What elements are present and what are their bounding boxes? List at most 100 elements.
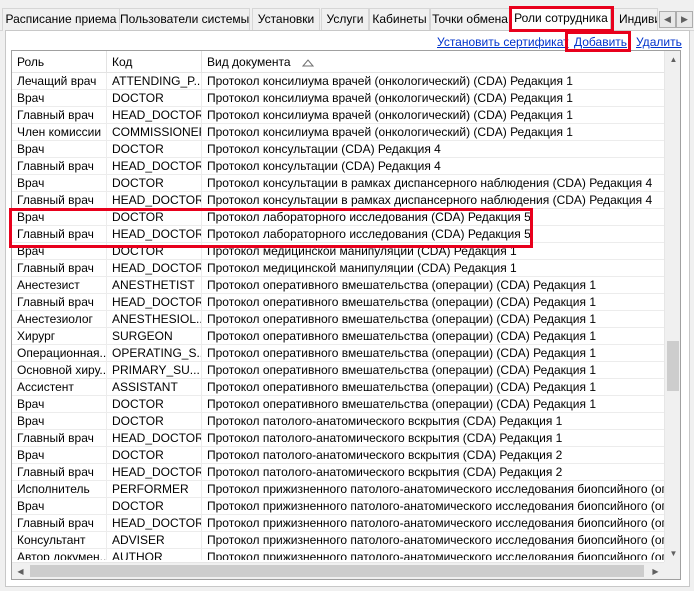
table-row[interactable]: Главный врач HEAD_DOCTOR Протокол консульт… (12, 192, 664, 209)
tab-services[interactable]: Услуги (321, 8, 369, 31)
cell-role: Главный врач (12, 464, 107, 481)
table-row[interactable]: Врач DOCTOR Протокол лабораторного исследо… (12, 209, 664, 226)
table-row[interactable]: Главный врач HEAD_DOCTOR Протокол прижизне… (12, 515, 664, 532)
table-row[interactable]: Главный врач HEAD_DOCTOR Протокол оператив… (12, 294, 664, 311)
column-header-document-type[interactable]: Вид документа (202, 51, 664, 73)
cell-code: DOCTOR (107, 209, 202, 226)
vertical-scrollbar[interactable]: ▲ ▼ (664, 51, 680, 562)
cell-document-type: Протокол прижизненного патолого-анатомич… (207, 499, 664, 513)
delete-link[interactable]: Удалить (636, 35, 682, 49)
roles-table[interactable]: Роль Код Вид документа Лечащий врач ATTEN… (11, 50, 681, 580)
table-header: Роль Код Вид документа (12, 51, 664, 73)
scrollbar-corner (664, 562, 680, 579)
cell-code: ATTENDING_P... (107, 73, 202, 90)
cell-document-type: Протокол оперативного вмешательства (опе… (207, 312, 596, 326)
table-row[interactable]: Врач DOCTOR Протокол консультации в рамках… (12, 175, 664, 192)
cell-document-type: Протокол патолого-анатомического вскрыти… (207, 448, 563, 462)
cell-document-type: Протокол консилиума врачей (онкологическ… (207, 125, 573, 139)
table-row[interactable]: Главный врач HEAD_DOCTOR Протокол патолого… (12, 464, 664, 481)
scroll-up-icon[interactable]: ▲ (665, 51, 680, 68)
scroll-down-icon[interactable]: ▼ (665, 545, 680, 562)
cell-code: HEAD_DOCTOR (107, 226, 202, 243)
cell-role: Консультант (12, 532, 107, 549)
cell-role: Главный врач (12, 430, 107, 447)
cell-document-type: Протокол консультации в рамках диспансер… (207, 193, 653, 207)
tab-settings[interactable]: Установки (252, 8, 320, 31)
table-row[interactable]: Анестезиолог ANESTHESIOL... Протокол опера… (12, 311, 664, 328)
cell-code: DOCTOR (107, 90, 202, 107)
table-row[interactable]: Врач DOCTOR Протокол прижизненного патолог… (12, 498, 664, 515)
table-row[interactable]: Врач DOCTOR Протокол патолого-анатомическо… (12, 413, 664, 430)
table-row[interactable]: Врач DOCTOR Протокол консультации (CDA) Ре… (12, 141, 664, 158)
tab-schedule[interactable]: Расписание приема (2, 8, 120, 31)
column-header-code[interactable]: Код (107, 51, 202, 73)
table-row[interactable]: Член комиссии COMMISSIONER Протокол консил… (12, 124, 664, 141)
table-row[interactable]: Исполнитель PERFORMER Протокол прижизненно… (12, 481, 664, 498)
cell-role: Врач (12, 209, 107, 226)
vertical-scroll-thumb[interactable] (667, 341, 679, 391)
install-certificate-link[interactable]: Установить сертификат (437, 35, 569, 49)
cell-document-type: Протокол оперативного вмешательства (опе… (207, 329, 596, 343)
table-row[interactable]: Ассистент ASSISTANT Протокол оперативного … (12, 379, 664, 396)
cell-role: Хирург (12, 328, 107, 345)
cell-role: Операционная... (12, 345, 107, 362)
cell-document-type: Протокол оперативного вмешательства (опе… (207, 295, 596, 309)
add-link[interactable]: Добавить (574, 35, 627, 49)
table-row[interactable]: Врач DOCTOR Протокол консилиума врачей (он… (12, 90, 664, 107)
cell-document-type: Протокол консилиума врачей (онкологическ… (207, 108, 573, 122)
chevron-right-icon[interactable]: ▶ (676, 11, 693, 28)
table-row[interactable]: Основной хиру... PRIMARY_SU... Протокол оп… (12, 362, 664, 379)
cell-document-type: Протокол оперативного вмешательства (опе… (207, 278, 596, 292)
cell-code: HEAD_DOCTOR (107, 260, 202, 277)
table-row[interactable]: Главный врач HEAD_DOCTOR Протокол консульт… (12, 158, 664, 175)
table-row[interactable]: Консультант ADVISER Протокол прижизненного… (12, 532, 664, 549)
cell-code: DOCTOR (107, 243, 202, 260)
cell-code: ANESTHETIST (107, 277, 202, 294)
horizontal-scroll-thumb[interactable] (30, 565, 644, 577)
cell-role: Автор докумен... (12, 549, 107, 560)
cell-document-type: Протокол лабораторного исследования (CDA… (207, 227, 531, 241)
table-row[interactable]: Главный врач HEAD_DOCTOR Протокол медицинс… (12, 260, 664, 277)
tab-cabinets[interactable]: Кабинеты (369, 8, 430, 31)
cell-code: DOCTOR (107, 447, 202, 464)
cell-document-type: Протокол консультации (CDA) Редакция 4 (207, 159, 441, 173)
table-row[interactable]: Главный врач HEAD_DOCTOR Протокол консилиу… (12, 107, 664, 124)
cell-code: ASSISTANT (107, 379, 202, 396)
cell-document-type: Протокол лабораторного исследования (CDA… (207, 210, 531, 224)
cell-role: Анестезиолог (12, 311, 107, 328)
cell-role: Главный врач (12, 515, 107, 532)
cell-code: HEAD_DOCTOR (107, 294, 202, 311)
horizontal-scrollbar[interactable]: ◀ ▶ (12, 562, 664, 579)
table-row[interactable]: Операционная... OPERATING_S... Протокол оп… (12, 345, 664, 362)
table-row[interactable]: Главный врач HEAD_DOCTOR Протокол патолого… (12, 430, 664, 447)
cell-role: Главный врач (12, 158, 107, 175)
cell-role: Ассистент (12, 379, 107, 396)
cell-role: Врач (12, 243, 107, 260)
cell-code: DOCTOR (107, 396, 202, 413)
table-row[interactable]: Хирург SURGEON Протокол оперативного вмеша… (12, 328, 664, 345)
cell-document-type: Протокол прижизненного патолого-анатомич… (207, 533, 664, 547)
cell-document-type: Протокол консультации (CDA) Редакция 4 (207, 142, 441, 156)
table-row[interactable]: Анестезист ANESTHETIST Протокол оперативно… (12, 277, 664, 294)
cell-document-type: Протокол прижизненного патолого-анатомич… (207, 550, 664, 560)
table-row[interactable]: Главный врач HEAD_DOCTOR Протокол лаборато… (12, 226, 664, 243)
tab-employee-roles[interactable]: Роли сотрудника (511, 6, 611, 32)
table-row[interactable]: Лечащий врач ATTENDING_P... Протокол конси… (12, 73, 664, 90)
tab-individual[interactable]: Индивид (612, 8, 658, 31)
table-row[interactable]: Автор докумен... AUTHOR Протокол прижизнен… (12, 549, 664, 560)
cell-role: Главный врач (12, 260, 107, 277)
tab-system-users[interactable]: Пользователи системы (119, 8, 250, 31)
table-row[interactable]: Врач DOCTOR Протокол патолого-анатомическо… (12, 447, 664, 464)
scroll-right-icon[interactable]: ▶ (647, 563, 664, 579)
table-row[interactable]: Врач DOCTOR Протокол оперативного вмешател… (12, 396, 664, 413)
tab-exchange-points[interactable]: Точки обмена (430, 8, 510, 31)
cell-code: SURGEON (107, 328, 202, 345)
cell-code: AUTHOR (107, 549, 202, 560)
cell-code: HEAD_DOCTOR (107, 430, 202, 447)
cell-document-type: Протокол медицинской манипуляции (CDA) Р… (207, 244, 517, 258)
cell-code: PRIMARY_SU... (107, 362, 202, 379)
chevron-left-icon[interactable]: ◀ (659, 11, 676, 28)
scroll-left-icon[interactable]: ◀ (12, 563, 29, 579)
column-header-role[interactable]: Роль (12, 51, 107, 73)
table-row[interactable]: Врач DOCTOR Протокол медицинской манипуляц… (12, 243, 664, 260)
